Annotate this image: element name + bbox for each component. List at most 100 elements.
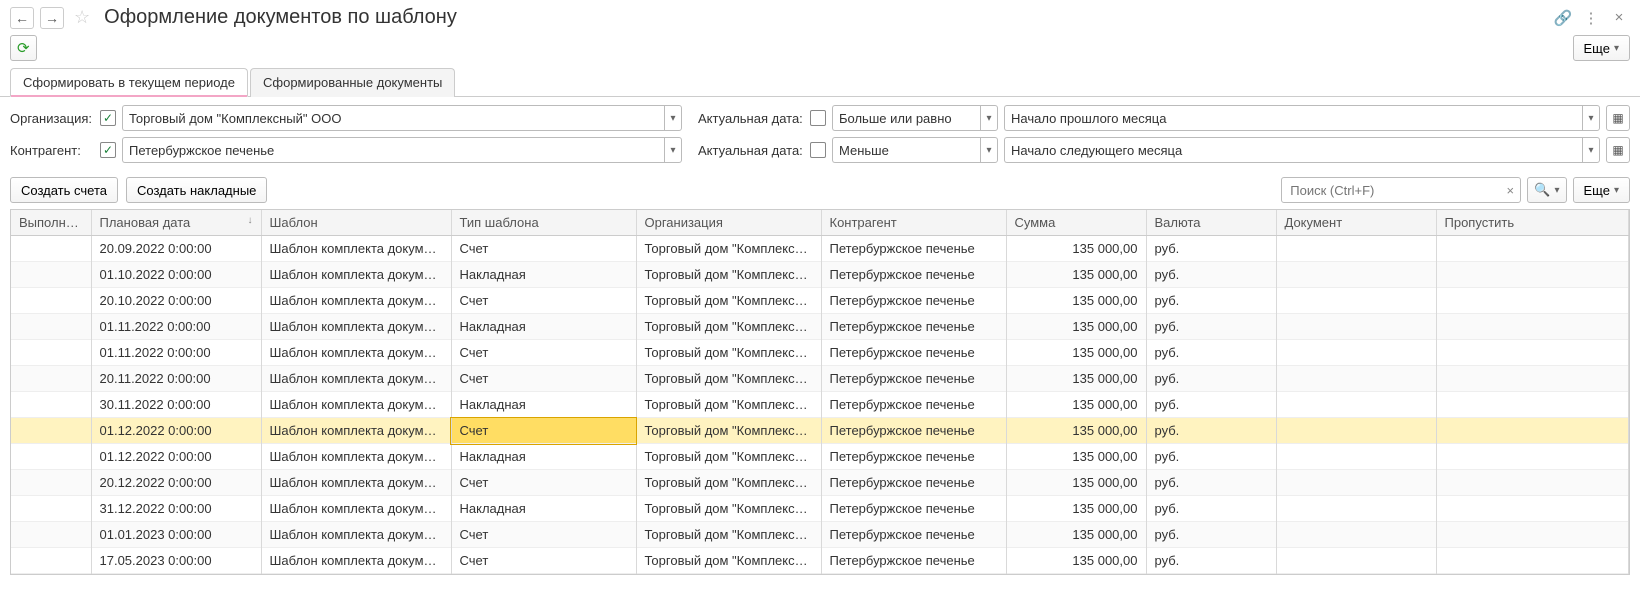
- cell-sum[interactable]: 135 000,00: [1006, 236, 1146, 262]
- cell-cur[interactable]: руб.: [1146, 418, 1276, 444]
- cell-type[interactable]: Накладная: [451, 314, 636, 340]
- date2-calendar-button[interactable]: ▦: [1606, 137, 1630, 163]
- kebab-icon[interactable]: ⋮: [1580, 7, 1602, 29]
- tab-generate-in-period[interactable]: Сформировать в текущем периоде: [10, 68, 248, 97]
- cell-skip[interactable]: [1436, 340, 1629, 366]
- cell-type[interactable]: Накладная: [451, 496, 636, 522]
- search-button[interactable]: 🔍 ▾: [1527, 177, 1566, 203]
- table-row[interactable]: 01.11.2022 0:00:00Шаблон комплекта докум…: [11, 340, 1629, 366]
- table-row[interactable]: 01.01.2023 0:00:00Шаблон комплекта докум…: [11, 522, 1629, 548]
- org-checkbox[interactable]: [100, 110, 116, 126]
- cell-org[interactable]: Торговый дом "Комплексный...: [636, 418, 821, 444]
- table-row[interactable]: 17.05.2023 0:00:00Шаблон комплекта докум…: [11, 548, 1629, 574]
- cell-doc[interactable]: [1276, 262, 1436, 288]
- col-document[interactable]: Документ: [1276, 210, 1436, 236]
- table-row[interactable]: 30.11.2022 0:00:00Шаблон комплекта докум…: [11, 392, 1629, 418]
- date1-checkbox[interactable]: [810, 110, 826, 126]
- cell-done[interactable]: [11, 236, 91, 262]
- cell-type[interactable]: Счет: [451, 548, 636, 574]
- col-template-type[interactable]: Тип шаблона: [451, 210, 636, 236]
- cell-skip[interactable]: [1436, 392, 1629, 418]
- cell-skip[interactable]: [1436, 444, 1629, 470]
- cell-date[interactable]: 17.05.2023 0:00:00: [91, 548, 261, 574]
- cell-doc[interactable]: [1276, 418, 1436, 444]
- cell-cntr[interactable]: Петербуржское печенье: [821, 392, 1006, 418]
- cell-doc[interactable]: [1276, 366, 1436, 392]
- date2-op-input[interactable]: Меньше: [832, 137, 980, 163]
- cell-cntr[interactable]: Петербуржское печенье: [821, 236, 1006, 262]
- cell-skip[interactable]: [1436, 496, 1629, 522]
- col-sum[interactable]: Сумма: [1006, 210, 1146, 236]
- cell-type[interactable]: Счет: [451, 470, 636, 496]
- cntr-checkbox[interactable]: [100, 142, 116, 158]
- cell-type[interactable]: Накладная: [451, 262, 636, 288]
- cell-cntr[interactable]: Петербуржское печенье: [821, 288, 1006, 314]
- create-invoices-button[interactable]: Создать счета: [10, 177, 118, 203]
- refresh-button[interactable]: ⟳: [10, 35, 37, 61]
- cell-date[interactable]: 01.11.2022 0:00:00: [91, 314, 261, 340]
- cell-template[interactable]: Шаблон комплекта документ...: [261, 496, 451, 522]
- link-icon[interactable]: 🔗: [1552, 7, 1574, 29]
- cell-sum[interactable]: 135 000,00: [1006, 392, 1146, 418]
- cell-cur[interactable]: руб.: [1146, 522, 1276, 548]
- cell-type[interactable]: Счет: [451, 366, 636, 392]
- table-row[interactable]: 31.12.2022 0:00:00Шаблон комплекта докум…: [11, 496, 1629, 522]
- cell-type[interactable]: Счет: [451, 522, 636, 548]
- cell-template[interactable]: Шаблон комплекта документ...: [261, 340, 451, 366]
- cell-type[interactable]: Счет: [451, 340, 636, 366]
- cell-date[interactable]: 01.01.2023 0:00:00: [91, 522, 261, 548]
- cell-doc[interactable]: [1276, 522, 1436, 548]
- cell-doc[interactable]: [1276, 444, 1436, 470]
- cell-cur[interactable]: руб.: [1146, 470, 1276, 496]
- cell-date[interactable]: 01.12.2022 0:00:00: [91, 444, 261, 470]
- cell-done[interactable]: [11, 314, 91, 340]
- create-shipments-button[interactable]: Создать накладные: [126, 177, 267, 203]
- cell-doc[interactable]: [1276, 340, 1436, 366]
- cell-cntr[interactable]: Петербуржское печенье: [821, 444, 1006, 470]
- header-more-button[interactable]: Еще ▾: [1573, 35, 1630, 61]
- cell-cur[interactable]: руб.: [1146, 444, 1276, 470]
- cell-skip[interactable]: [1436, 262, 1629, 288]
- cell-sum[interactable]: 135 000,00: [1006, 418, 1146, 444]
- date1-op-dropdown[interactable]: ▾: [980, 105, 998, 131]
- org-dropdown[interactable]: ▾: [664, 105, 682, 131]
- cell-cur[interactable]: руб.: [1146, 288, 1276, 314]
- table-row[interactable]: 01.12.2022 0:00:00Шаблон комплекта докум…: [11, 444, 1629, 470]
- cell-done[interactable]: [11, 366, 91, 392]
- cell-sum[interactable]: 135 000,00: [1006, 444, 1146, 470]
- cell-done[interactable]: [11, 340, 91, 366]
- cell-sum[interactable]: 135 000,00: [1006, 522, 1146, 548]
- table-row[interactable]: 20.09.2022 0:00:00Шаблон комплекта докум…: [11, 236, 1629, 262]
- cell-doc[interactable]: [1276, 392, 1436, 418]
- table-row[interactable]: 20.11.2022 0:00:00Шаблон комплекта докум…: [11, 366, 1629, 392]
- cell-date[interactable]: 20.12.2022 0:00:00: [91, 470, 261, 496]
- col-currency[interactable]: Валюта: [1146, 210, 1276, 236]
- cell-sum[interactable]: 135 000,00: [1006, 314, 1146, 340]
- cell-org[interactable]: Торговый дом "Комплексный...: [636, 496, 821, 522]
- cell-done[interactable]: [11, 470, 91, 496]
- table-row[interactable]: 20.12.2022 0:00:00Шаблон комплекта докум…: [11, 470, 1629, 496]
- col-plan-date[interactable]: Плановая дата ↓: [91, 210, 261, 236]
- cell-template[interactable]: Шаблон комплекта документ...: [261, 392, 451, 418]
- search-clear-icon[interactable]: ×: [1500, 183, 1520, 198]
- cell-date[interactable]: 01.10.2022 0:00:00: [91, 262, 261, 288]
- cell-template[interactable]: Шаблон комплекта документ...: [261, 262, 451, 288]
- cell-cur[interactable]: руб.: [1146, 548, 1276, 574]
- cntr-input[interactable]: Петербуржское печенье: [122, 137, 664, 163]
- cell-cur[interactable]: руб.: [1146, 366, 1276, 392]
- col-done[interactable]: Выполнено: [11, 210, 91, 236]
- cell-sum[interactable]: 135 000,00: [1006, 340, 1146, 366]
- cell-skip[interactable]: [1436, 418, 1629, 444]
- cell-date[interactable]: 20.10.2022 0:00:00: [91, 288, 261, 314]
- cell-skip[interactable]: [1436, 236, 1629, 262]
- cell-cntr[interactable]: Петербуржское печенье: [821, 314, 1006, 340]
- date2-val-input[interactable]: Начало следующего месяца: [1004, 137, 1582, 163]
- cell-skip[interactable]: [1436, 314, 1629, 340]
- cell-skip[interactable]: [1436, 366, 1629, 392]
- cell-date[interactable]: 31.12.2022 0:00:00: [91, 496, 261, 522]
- cell-cntr[interactable]: Петербуржское печенье: [821, 262, 1006, 288]
- cell-cur[interactable]: руб.: [1146, 314, 1276, 340]
- org-input[interactable]: Торговый дом "Комплексный" ООО: [122, 105, 664, 131]
- date2-checkbox[interactable]: [810, 142, 826, 158]
- cell-sum[interactable]: 135 000,00: [1006, 262, 1146, 288]
